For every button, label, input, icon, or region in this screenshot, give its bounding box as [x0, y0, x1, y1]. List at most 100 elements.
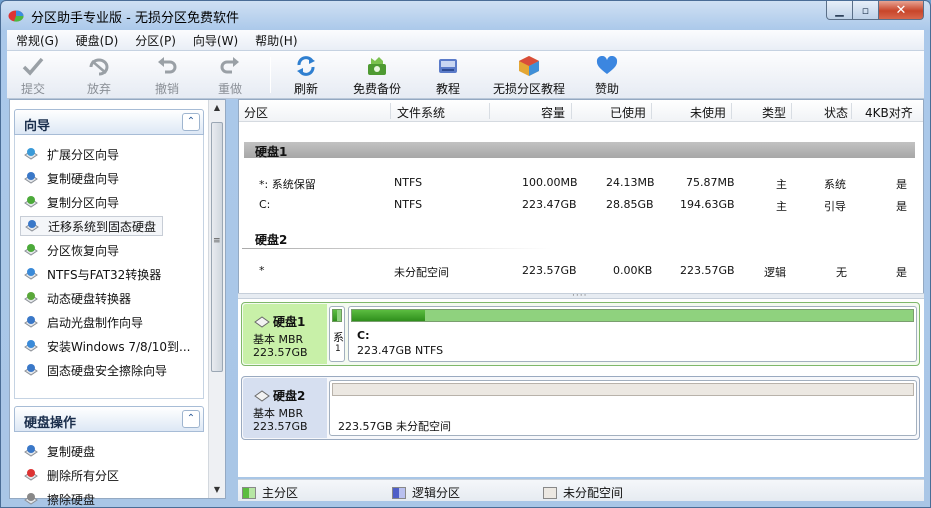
disk-ops-section-header[interactable]: 硬盘操作 ⌃	[14, 406, 204, 432]
unalloc-detail: 223.57GB 未分配空间	[338, 420, 452, 433]
disk1-info[interactable]: 硬盘1 基本 MBR 223.57GB	[243, 304, 327, 364]
refresh-button[interactable]: 刷新	[294, 53, 318, 97]
wizard-item-icon	[22, 146, 39, 163]
scroll-up-arrow[interactable]: ▲	[209, 100, 225, 116]
legend-bar: 主分区 逻辑分区 未分配空间	[238, 479, 924, 501]
table-row-cell[interactable]: *	[259, 264, 265, 277]
legend-logical: 逻辑分区	[392, 484, 460, 501]
scroll-thumb[interactable]	[211, 122, 223, 372]
wizard-item-icon	[22, 242, 39, 259]
lossless-tutorial-button[interactable]: 无损分区教程	[493, 53, 565, 97]
discard-button[interactable]: 放弃	[87, 53, 111, 97]
wizard-item[interactable]: 分区恢复向导	[22, 240, 119, 260]
discard-label: 放弃	[87, 82, 112, 96]
unalloc-swatch	[543, 486, 557, 499]
redo-label: 重做	[218, 82, 243, 96]
checkmark-icon	[22, 57, 44, 76]
disk2-group-label: 硬盘2	[255, 233, 288, 247]
disk1-name: 硬盘1	[273, 315, 306, 329]
wizard-item[interactable]: NTFS与FAT32转换器	[22, 264, 161, 284]
free-backup-label: 免费备份	[353, 82, 402, 96]
table-row-cell: 是	[896, 200, 907, 213]
commit-button[interactable]: 提交	[21, 53, 45, 97]
collapse-icon[interactable]: ⌃	[182, 113, 200, 131]
col-partition[interactable]: 分区	[244, 104, 268, 121]
menu-disk[interactable]: 硬盘(D)	[67, 32, 127, 49]
table-row-cell: 194.63GB	[680, 198, 735, 211]
donate-button[interactable]: 赞助	[595, 53, 619, 97]
col-unused[interactable]: 未使用	[690, 104, 726, 121]
refresh-icon	[297, 56, 315, 76]
redo-button[interactable]: 重做	[218, 53, 242, 97]
col-filesystem[interactable]: 文件系统	[397, 104, 445, 121]
refresh-label: 刷新	[294, 82, 319, 96]
wizard-item-icon	[22, 338, 39, 355]
table-row-cell: 75.87MB	[686, 176, 735, 189]
minimize-button[interactable]: ▁	[826, 1, 853, 20]
wizard-item[interactable]: 复制分区向导	[22, 192, 119, 212]
wizard-item[interactable]: 固态硬盘安全擦除向导	[22, 360, 167, 380]
wizard-item[interactable]: 安装Windows 7/8/10到...	[22, 336, 190, 356]
maximize-button[interactable]: ▫	[853, 1, 879, 20]
disk-op-item[interactable]: 复制硬盘	[22, 441, 95, 461]
legend-primary: 主分区	[242, 484, 298, 501]
disk2-type: 基本 MBR	[253, 407, 304, 420]
c-partition[interactable]: C: 223.47GB NTFS	[348, 306, 917, 362]
app-window: 分区助手专业版 - 无损分区免费软件 ▁ ▫ ✕ 常规(G) 硬盘(D) 分区(…	[0, 0, 931, 508]
table-row-cell[interactable]: C:	[259, 198, 270, 211]
table-row-cell: 无	[836, 266, 847, 279]
tutorial-label: 教程	[436, 82, 461, 96]
scroll-down-arrow[interactable]: ▼	[209, 482, 225, 498]
wizard-item-icon	[22, 194, 39, 211]
col-capacity[interactable]: 容量	[541, 104, 565, 121]
disk1-group-label: 硬盘1	[255, 145, 288, 159]
col-type[interactable]: 类型	[762, 104, 786, 121]
disk2-name: 硬盘2	[273, 389, 306, 403]
wizard-section-header[interactable]: 向导 ⌃	[14, 109, 204, 135]
free-backup-button[interactable]: 免费备份	[353, 53, 401, 97]
table-row-cell: 逻辑	[764, 266, 786, 279]
disk2-info[interactable]: 硬盘2 基本 MBR 223.57GB	[243, 378, 327, 438]
table-row-cell: 系统	[824, 178, 846, 191]
menu-help[interactable]: 帮助(H)	[246, 32, 305, 49]
tutorial-button[interactable]: 教程	[436, 53, 460, 97]
col-used[interactable]: 已使用	[610, 104, 646, 121]
commit-label: 提交	[21, 82, 46, 96]
close-button[interactable]: ✕	[879, 1, 924, 20]
col-status[interactable]: 状态	[824, 104, 848, 121]
wizard-item[interactable]: 迁移系统到固态硬盘	[20, 216, 164, 236]
table-row-cell[interactable]: *: 系统保留	[259, 176, 316, 192]
sysres-detail: 1	[335, 344, 341, 354]
table-row-cell: 223.47GB	[522, 198, 577, 211]
toolbar-separator	[270, 57, 271, 93]
wizard-item[interactable]: 扩展分区向导	[22, 144, 119, 164]
c-label: C:	[357, 329, 370, 342]
wizard-item[interactable]: 复制硬盘向导	[22, 168, 119, 188]
title-bar[interactable]: 分区助手专业版 - 无损分区免费软件 ▁ ▫ ✕	[1, 1, 930, 29]
unallocated-partition[interactable]: 223.57GB 未分配空间	[329, 380, 917, 436]
disk1-group-bar	[244, 142, 915, 158]
collapse-icon[interactable]: ⌃	[182, 410, 200, 428]
table-header: 分区 文件系统 容量 已使用 未使用 类型 状态 4KB对齐	[239, 100, 923, 122]
disk1-map[interactable]: 硬盘1 基本 MBR 223.57GB 系 1 C: 223.47GB NTFS	[241, 302, 920, 366]
undo-button[interactable]: 撤销	[155, 53, 179, 97]
app-icon	[8, 10, 24, 22]
wizard-item[interactable]: 动态硬盘转换器	[22, 288, 131, 308]
system-reserved-partition[interactable]: 系 1	[329, 306, 345, 362]
menu-wizard[interactable]: 向导(W)	[184, 32, 246, 49]
undo-label: 撤销	[155, 82, 180, 96]
backup-icon	[368, 57, 386, 75]
disk-op-item[interactable]: 删除所有分区	[22, 465, 119, 485]
disk-op-icon	[22, 491, 39, 508]
menu-general[interactable]: 常规(G)	[7, 32, 67, 49]
left-panel-scrollbar[interactable]: ▲ ≡ ▼	[208, 100, 225, 498]
disk-op-item[interactable]: 擦除硬盘	[22, 489, 95, 508]
disk-map: 硬盘1 基本 MBR 223.57GB 系 1 C: 223.47GB NTFS…	[238, 299, 924, 477]
minimize-icon: ▁	[835, 3, 844, 17]
wizard-item-icon	[22, 362, 39, 379]
wizard-section-title: 向导	[24, 119, 51, 134]
menu-partition[interactable]: 分区(P)	[126, 32, 184, 49]
wizard-item[interactable]: 启动光盘制作向导	[22, 312, 143, 332]
disk2-map[interactable]: 硬盘2 基本 MBR 223.57GB 223.57GB 未分配空间	[241, 376, 920, 440]
col-4k-align[interactable]: 4KB对齐	[865, 104, 913, 121]
